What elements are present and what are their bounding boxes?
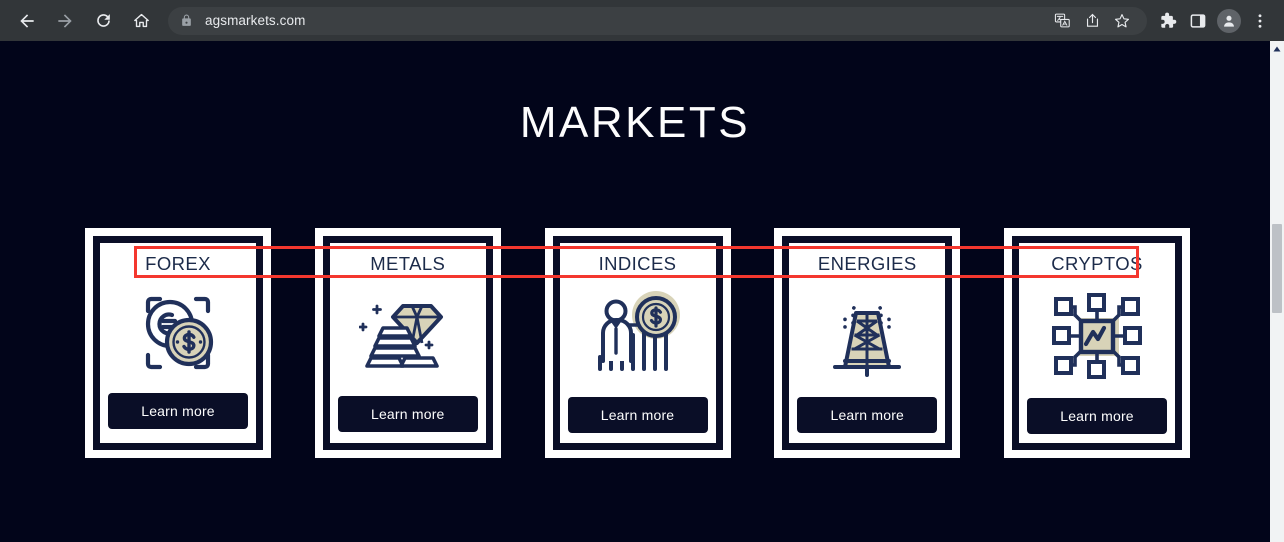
forward-button[interactable] (50, 6, 80, 36)
market-card-metals[interactable]: METALS Learn more (314, 228, 501, 458)
page-viewport: MARKETS FOREX Learn more METALS Learn mo… (0, 41, 1270, 542)
learn-more-button-cryptos[interactable]: Learn more (1027, 398, 1167, 434)
indices-trader-chart-icon (566, 274, 710, 398)
learn-more-button-indices[interactable]: Learn more (567, 397, 708, 433)
card-title: INDICES (598, 253, 677, 274)
vertical-scroll-thumb[interactable] (1272, 224, 1282, 313)
card-inner: CRYPTOS Learn more (1012, 236, 1182, 450)
card-title: FOREX (145, 253, 211, 274)
home-icon (133, 13, 149, 28)
browser-toolbar: agsmarkets.com (0, 0, 1284, 41)
avatar (1217, 8, 1241, 33)
card-inner: FOREX Learn more (93, 236, 263, 450)
arrow-right-icon (58, 13, 72, 28)
browser-toolbar-actions (1153, 7, 1276, 35)
arrow-left-icon (20, 13, 34, 28)
energies-oil-derrick-icon (795, 274, 939, 398)
metals-diamond-gold-bars-icon (336, 274, 480, 397)
address-bar-url[interactable]: agsmarkets.com (205, 13, 305, 28)
address-bar[interactable]: agsmarkets.com (168, 6, 1147, 35)
home-button[interactable] (126, 6, 156, 36)
more-menu-icon[interactable] (1246, 7, 1274, 35)
market-card-forex[interactable]: FOREX Learn more (85, 228, 271, 458)
card-inner: ENERGIES Learn more (782, 236, 953, 450)
market-card-indices[interactable]: INDICES Learn more (544, 228, 731, 458)
bookmark-star-icon[interactable] (1109, 8, 1135, 34)
translate-icon[interactable] (1049, 8, 1075, 34)
market-card-energies[interactable]: ENERGIES Learn more (774, 228, 961, 458)
cryptos-blockchain-chip-icon (1025, 274, 1169, 399)
markets-card-row: FOREX Learn more METALS Learn more INDIC… (85, 228, 1190, 458)
reload-icon (96, 14, 110, 27)
share-icon[interactable] (1079, 8, 1105, 34)
card-title: CRYPTOS (1051, 253, 1143, 274)
back-button[interactable] (12, 6, 42, 36)
card-inner: METALS Learn more (322, 236, 493, 450)
reload-button[interactable] (88, 6, 118, 36)
lock-icon[interactable] (180, 14, 193, 27)
scroll-up-arrow-icon[interactable] (1270, 42, 1284, 55)
omnibox-actions (1041, 8, 1135, 34)
side-panel-icon[interactable] (1184, 7, 1212, 35)
extensions-puzzle-icon[interactable] (1153, 7, 1181, 35)
vertical-scrollbar[interactable] (1270, 41, 1284, 542)
page-title: MARKETS (519, 98, 751, 147)
card-title: METALS (370, 253, 446, 274)
card-title: ENERGIES (817, 253, 917, 274)
market-card-cryptos[interactable]: CRYPTOS Learn more (1004, 228, 1190, 458)
profile-avatar-icon[interactable] (1215, 7, 1243, 35)
learn-more-button-metals[interactable]: Learn more (337, 396, 478, 432)
learn-more-button-energies[interactable]: Learn more (797, 397, 938, 433)
forex-currency-coins-icon (106, 274, 250, 394)
learn-more-button-forex[interactable]: Learn more (108, 393, 248, 429)
card-inner: INDICES Learn more (552, 236, 723, 450)
